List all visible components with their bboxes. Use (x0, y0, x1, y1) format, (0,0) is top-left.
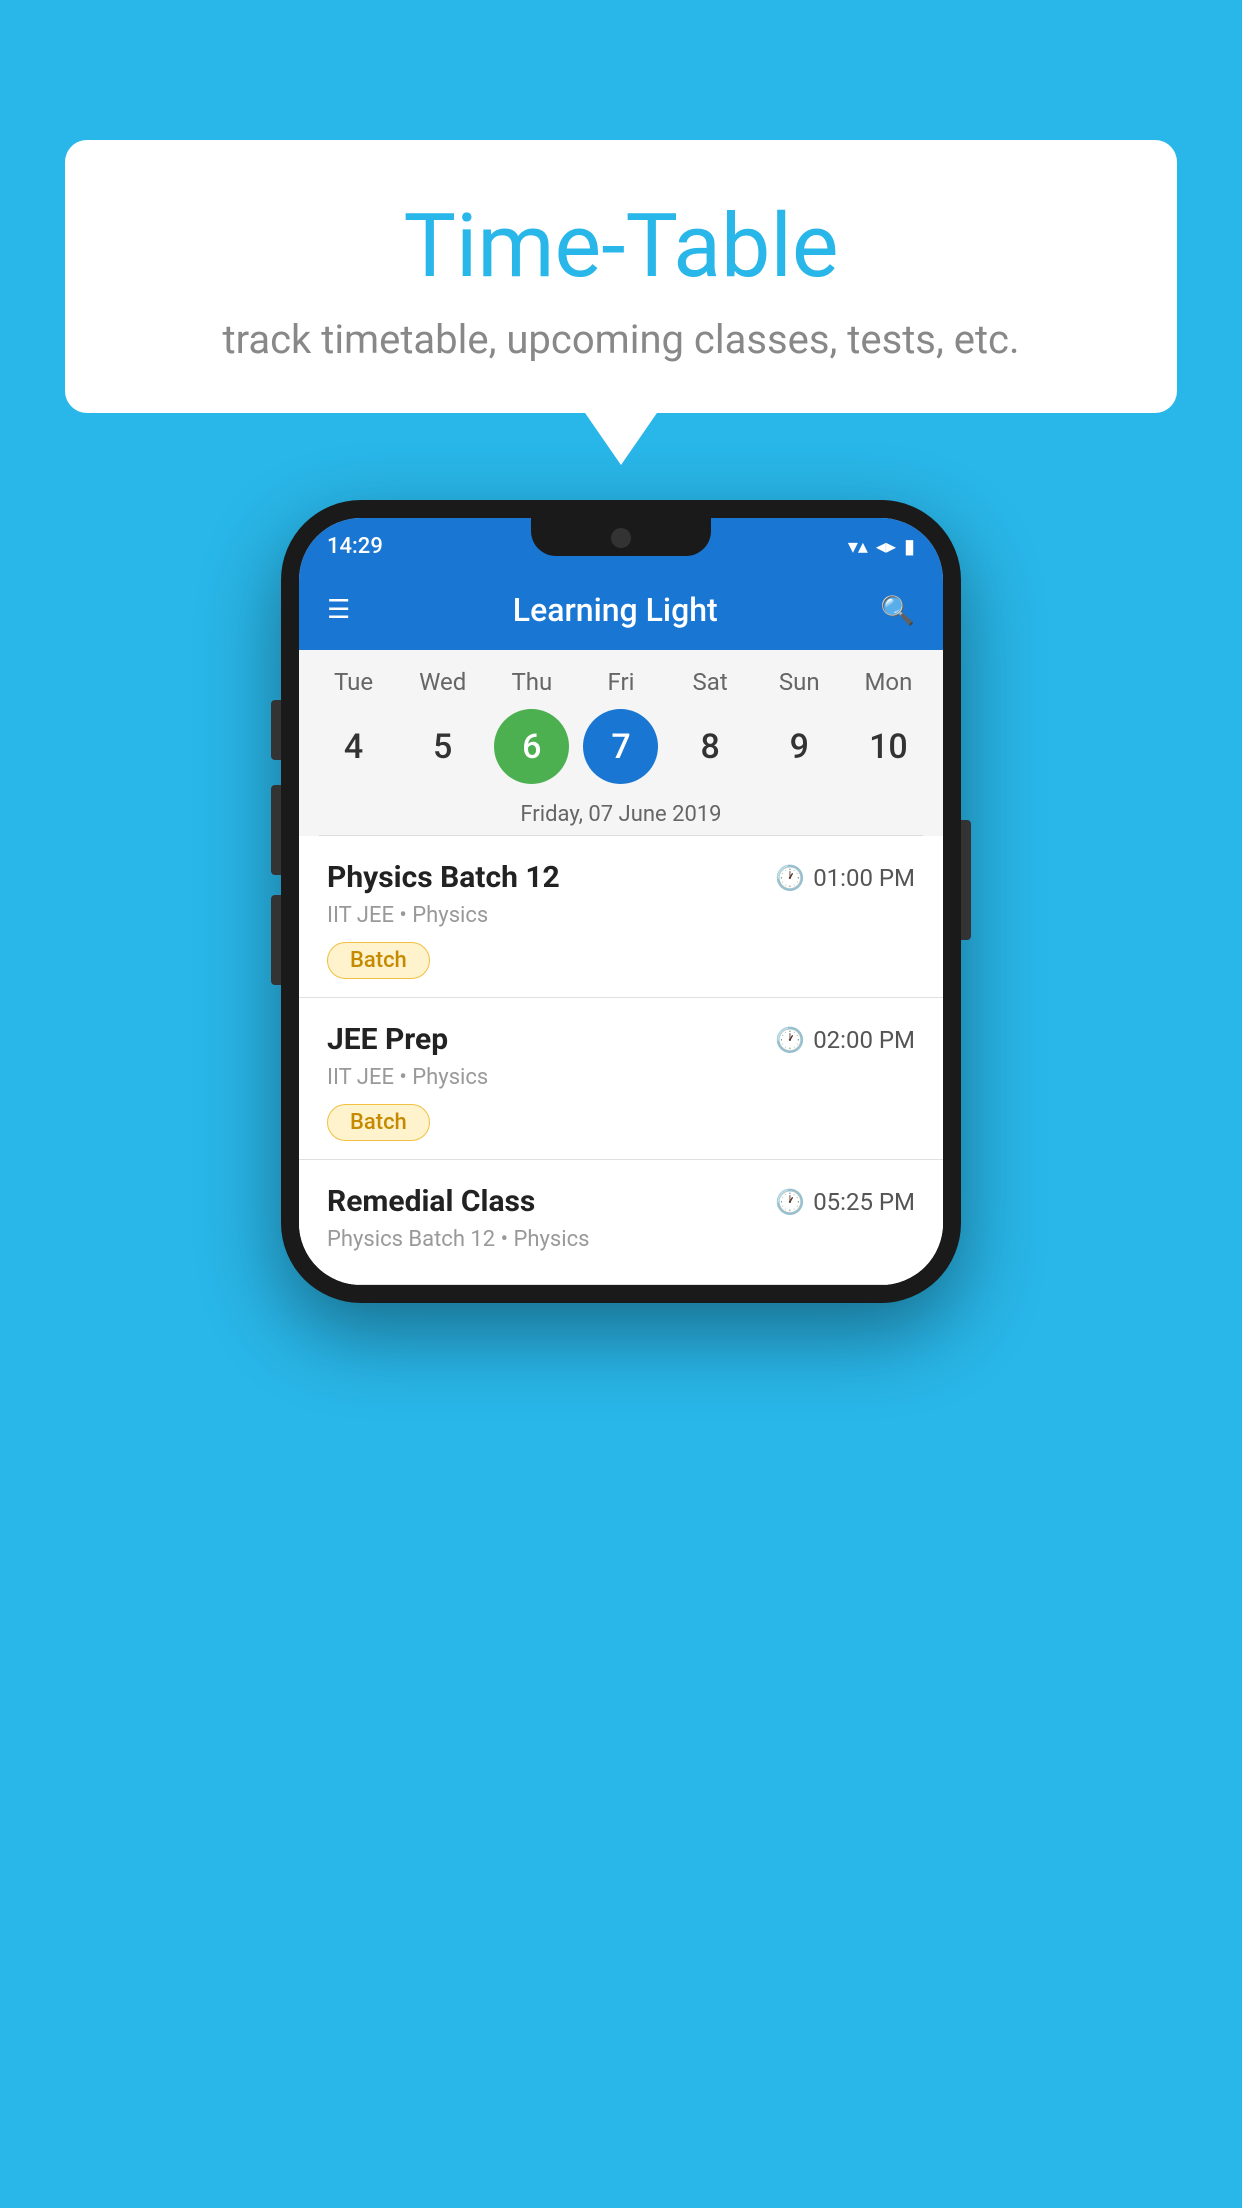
class-time-3: 🕐 05:25 PM (775, 1188, 915, 1216)
menu-icon[interactable]: ☰ (327, 595, 350, 625)
date-6-today[interactable]: 6 (494, 709, 569, 784)
phone-button-power (961, 820, 971, 940)
speech-bubble-container: Time-Table track timetable, upcoming cla… (65, 140, 1177, 413)
phone-camera (611, 528, 631, 548)
calendar-section: Tue Wed Thu Fri Sat Sun Mon 4 5 6 7 8 9 … (299, 650, 943, 836)
phone-notch (531, 518, 711, 556)
batch-tag-2: Batch (327, 1104, 430, 1141)
batch-tag-1: Batch (327, 942, 430, 979)
day-tue: Tue (316, 668, 391, 696)
speech-bubble: Time-Table track timetable, upcoming cla… (65, 140, 1177, 413)
app-subtitle: track timetable, upcoming classes, tests… (125, 316, 1117, 363)
date-4[interactable]: 4 (316, 709, 391, 784)
wifi-icon: ▾▴ (848, 534, 868, 558)
date-5[interactable]: 5 (405, 709, 480, 784)
day-wed: Wed (405, 668, 480, 696)
day-sun: Sun (762, 668, 837, 696)
app-bar-title: Learning Light (513, 591, 718, 629)
class-item-header-3: Remedial Class 🕐 05:25 PM (327, 1184, 915, 1219)
clock-icon-3: 🕐 (775, 1188, 805, 1216)
date-7-selected[interactable]: 7 (583, 709, 658, 784)
app-title: Time-Table (125, 195, 1117, 298)
class-item-physics-batch-12[interactable]: Physics Batch 12 🕐 01:00 PM IIT JEE • Ph… (299, 836, 943, 998)
day-sat: Sat (673, 668, 748, 696)
day-thu: Thu (494, 668, 569, 696)
day-fri: Fri (583, 668, 658, 696)
search-icon[interactable]: 🔍 (880, 594, 915, 627)
status-time: 14:29 (327, 534, 383, 559)
date-8[interactable]: 8 (673, 709, 748, 784)
calendar-selected-date: Friday, 07 June 2019 (299, 794, 943, 835)
class-time-1: 🕐 01:00 PM (775, 864, 915, 892)
phone-button-vol-mute (271, 700, 281, 760)
clock-icon-1: 🕐 (775, 864, 805, 892)
class-item-header-1: Physics Batch 12 🕐 01:00 PM (327, 860, 915, 895)
class-meta-1: IIT JEE • Physics (327, 903, 915, 928)
class-meta-2: IIT JEE • Physics (327, 1065, 915, 1090)
calendar-days-header: Tue Wed Thu Fri Sat Sun Mon (299, 650, 943, 704)
app-bar: ☰ Learning Light 🔍 (299, 570, 943, 650)
class-name-2: JEE Prep (327, 1022, 448, 1057)
battery-icon: ▮ (904, 534, 915, 558)
phone-screen: 14:29 ▾▴ ◂▸ ▮ ☰ Learning Light 🔍 Tue Wed… (299, 518, 943, 1285)
class-time-2: 🕐 02:00 PM (775, 1026, 915, 1054)
class-meta-3: Physics Batch 12 • Physics (327, 1227, 915, 1252)
phone-mockup: 14:29 ▾▴ ◂▸ ▮ ☰ Learning Light 🔍 Tue Wed… (281, 500, 961, 1303)
date-10[interactable]: 10 (851, 709, 926, 784)
class-item-remedial[interactable]: Remedial Class 🕐 05:25 PM Physics Batch … (299, 1160, 943, 1285)
class-name-3: Remedial Class (327, 1184, 535, 1219)
class-item-header-2: JEE Prep 🕐 02:00 PM (327, 1022, 915, 1057)
clock-icon-2: 🕐 (775, 1026, 805, 1054)
phone-container: 14:29 ▾▴ ◂▸ ▮ ☰ Learning Light 🔍 Tue Wed… (50, 500, 1192, 2208)
phone-button-vol-down (271, 895, 281, 985)
status-icons: ▾▴ ◂▸ ▮ (848, 534, 915, 558)
signal-icon: ◂▸ (876, 534, 896, 558)
date-9[interactable]: 9 (762, 709, 837, 784)
calendar-dates: 4 5 6 7 8 9 10 (299, 704, 943, 794)
classes-list: Physics Batch 12 🕐 01:00 PM IIT JEE • Ph… (299, 836, 943, 1285)
phone-button-vol-up (271, 785, 281, 875)
class-name-1: Physics Batch 12 (327, 860, 560, 895)
day-mon: Mon (851, 668, 926, 696)
class-item-jee-prep[interactable]: JEE Prep 🕐 02:00 PM IIT JEE • Physics Ba… (299, 998, 943, 1160)
